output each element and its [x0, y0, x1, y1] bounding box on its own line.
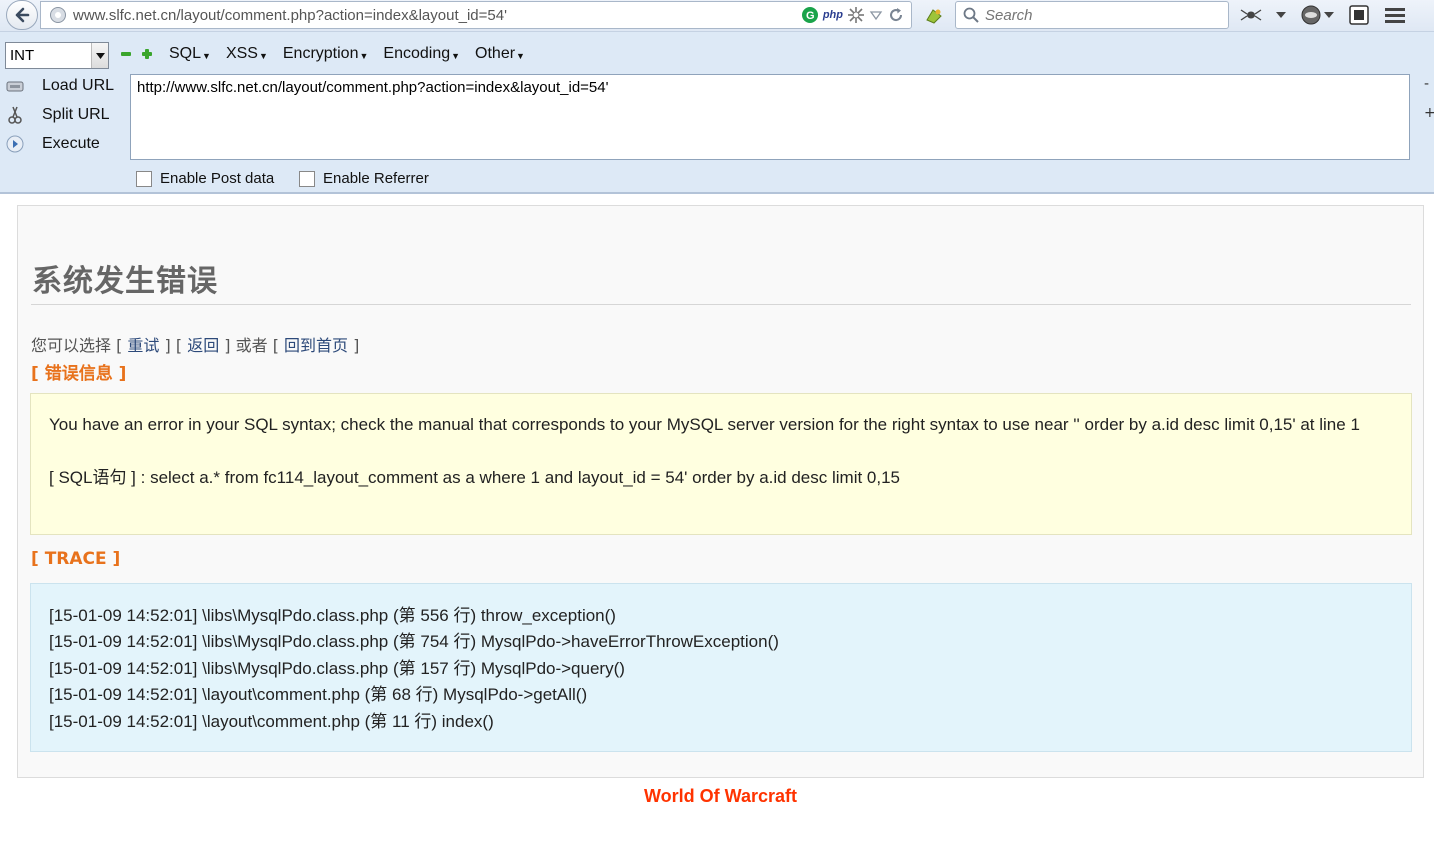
menu-other-label: Other	[475, 45, 516, 62]
trace-line: [15-01-09 14:52:01] \layout\comment.php …	[49, 685, 588, 705]
caret-down-icon: ▼	[359, 50, 369, 61]
page-title: 系统发生错误	[32, 264, 218, 299]
back-button[interactable]	[6, 0, 38, 30]
menu-xss[interactable]: XSS ▼	[226, 45, 268, 63]
screenshot-icon[interactable]	[1348, 4, 1370, 26]
back-arrow-icon	[15, 7, 30, 23]
caret-down-icon: ▼	[202, 50, 211, 61]
menu-hamburger-icon[interactable]	[1384, 5, 1406, 25]
caret-down-icon: ▼	[451, 50, 461, 61]
php-badge[interactable]: php	[823, 9, 843, 21]
search-icon	[963, 7, 979, 23]
menu-encoding-label: Encoding	[383, 45, 451, 62]
menu-sql[interactable]: SQL ▼	[169, 45, 211, 63]
choice-separator: ] [	[159, 336, 188, 355]
trace-box: [15-01-09 14:52:01] \libs\MysqlPdo.class…	[30, 583, 1412, 752]
reload-icon[interactable]	[887, 6, 905, 24]
choice-prefix: 您可以选择 [	[31, 336, 128, 355]
error-message-box: You have an error in your SQL syntax; ch…	[30, 393, 1412, 535]
execute-label: Execute	[42, 135, 100, 152]
enable-post-label: Enable Post data	[160, 170, 275, 187]
globe-icon	[50, 7, 66, 23]
dropdown-arrow-icon[interactable]	[1276, 11, 1286, 19]
menu-encryption[interactable]: Encryption ▼	[283, 45, 369, 63]
menu-other[interactable]: Other ▼	[475, 45, 525, 63]
type-select[interactable]: INT	[5, 42, 109, 69]
spider-icon[interactable]	[1240, 6, 1262, 24]
expand-button[interactable]: +	[1424, 105, 1434, 121]
chevron-down-icon[interactable]	[91, 43, 108, 68]
search-input[interactable]	[985, 6, 1215, 24]
decrease-icon[interactable]	[120, 48, 132, 60]
back-link[interactable]: 返回	[187, 336, 219, 355]
split-url-label: Split URL	[42, 106, 110, 123]
dropdown-triangle-icon[interactable]	[869, 8, 883, 22]
caret-down-icon: ▼	[516, 50, 525, 61]
menu-xss-label: XSS	[225, 45, 258, 62]
addon-bug-icon[interactable]	[924, 6, 944, 26]
divider	[31, 304, 1411, 305]
choice-line: 您可以选择 [ 重试 ] [ 返回 ] 或者 [ 回到首页 ]	[31, 332, 359, 356]
retry-link[interactable]: 重试	[127, 336, 159, 355]
sql-statement: [ SQL语句 ] : select a.* from fc114_layout…	[49, 468, 901, 487]
execute-button[interactable]: Execute	[4, 132, 100, 156]
menu-encoding[interactable]: Encoding ▼	[383, 45, 460, 63]
home-link[interactable]: 回到首页	[284, 336, 348, 355]
trace-heading: [ TRACE ]	[31, 549, 121, 569]
enable-referrer-checkbox[interactable]: Enable Referrer	[299, 170, 429, 187]
error-page: 系统发生错误 您可以选择 [ 重试 ] [ 返回 ] 或者 [ 回到首页 ] […	[17, 205, 1424, 778]
trace-line: [15-01-09 14:52:01] \libs\MysqlPdo.class…	[49, 606, 616, 625]
address-bar[interactable]: www.slfc.net.cn/layout/comment.php?actio…	[40, 1, 912, 29]
trace-line: [15-01-09 14:52:01] \layout\comment.php …	[49, 711, 494, 731]
type-select-value: INT	[10, 47, 35, 64]
error-info-heading: [ 错误信息 ]	[31, 364, 127, 384]
choice-separator: ] 或者 [	[219, 336, 285, 355]
load-url-icon	[4, 76, 26, 96]
increase-icon[interactable]	[141, 48, 153, 60]
svg-text:G: G	[806, 10, 815, 22]
grammarly-icon[interactable]: G	[801, 6, 819, 24]
menu-sql-label: SQL	[169, 45, 202, 62]
error-message: You have an error in your SQL syntax; ch…	[49, 415, 1360, 434]
scissors-icon	[4, 105, 26, 125]
mask-addon-icon[interactable]	[1300, 4, 1334, 26]
browser-toolbar: www.slfc.net.cn/layout/comment.php?actio…	[0, 0, 1434, 32]
hackbar-panel: INT SQL ▼ XSS ▼ Encryption ▼ Encoding ▼ Othe…	[0, 32, 1434, 194]
trace-line: [15-01-09 14:52:01] \libs\MysqlPdo.class…	[49, 658, 625, 678]
checkbox-box[interactable]	[136, 170, 152, 187]
choice-suffix: ]	[348, 336, 360, 355]
load-url-button[interactable]: Load URL	[4, 74, 114, 98]
enable-referrer-label: Enable Referrer	[323, 170, 429, 187]
checkbox-box[interactable]	[299, 170, 315, 187]
play-icon	[4, 134, 26, 154]
trace-line: [15-01-09 14:52:01] \libs\MysqlPdo.class…	[49, 632, 779, 652]
search-box[interactable]	[955, 1, 1229, 29]
split-url-button[interactable]: Split URL	[4, 103, 110, 127]
caret-down-icon: ▼	[258, 50, 268, 61]
shrink-button[interactable]: -	[1424, 76, 1429, 92]
menu-encryption-label: Encryption	[282, 45, 359, 62]
load-url-label: Load URL	[42, 77, 115, 94]
address-text[interactable]: www.slfc.net.cn/layout/comment.php?actio…	[73, 7, 793, 24]
footer-text: World Of Warcraft	[643, 786, 797, 806]
enable-post-checkbox[interactable]: Enable Post data	[136, 170, 274, 187]
url-input[interactable]: http://www.slfc.net.cn/layout/comment.ph…	[130, 74, 1410, 160]
settings-cog-icon[interactable]	[847, 6, 865, 24]
